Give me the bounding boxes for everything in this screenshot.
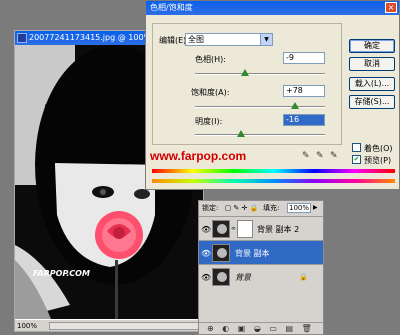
- fill-label: 填充:: [263, 204, 280, 212]
- colorize-checkbox[interactable]: [352, 143, 361, 152]
- layer-name: 背景 副本 2: [257, 225, 300, 234]
- eye-icon[interactable]: 👁: [201, 273, 211, 282]
- lock-icons[interactable]: ▢ ✎ ✛ 🔒: [225, 204, 259, 212]
- close-icon[interactable]: ×: [385, 2, 397, 13]
- preview-label: 预览(P): [364, 156, 392, 165]
- layer-mask-thumbnail[interactable]: [237, 220, 253, 238]
- dialog-titlebar[interactable]: 色相/饱和度: [146, 1, 399, 15]
- edit-select-value: 全图: [188, 35, 204, 44]
- ok-button[interactable]: 确定: [349, 39, 395, 53]
- layer-thumbnail: [212, 268, 230, 286]
- layers-footer-toolbar[interactable]: ⊕ ◐ ▣ ◒ ▭ ▤ 🗑: [199, 322, 323, 334]
- hue-slider-track[interactable]: [195, 73, 325, 75]
- save-button[interactable]: 存储(S)...: [349, 95, 395, 109]
- lightness-slider-track[interactable]: [195, 134, 325, 136]
- preview-checkbox[interactable]: ✔: [352, 155, 361, 164]
- layer-row[interactable]: 👁 ∞ 背景 副本 2: [199, 216, 323, 240]
- zoom-readout[interactable]: 100%: [17, 322, 37, 330]
- lightness-slider-thumb[interactable]: [237, 130, 245, 137]
- layer-row[interactable]: 👁 背景 🔒: [199, 264, 323, 288]
- hue-slider-thumb[interactable]: [241, 69, 249, 76]
- photoshop-doc-icon: [17, 33, 27, 43]
- edit-select[interactable]: 全图 ▼: [185, 33, 273, 46]
- adjustment-group: 编辑(E): 全图 ▼ 色相(H): -9 饱和度(A): +78 明度(I):…: [152, 23, 342, 145]
- eyedropper-icon[interactable]: ✎: [302, 151, 312, 161]
- cancel-button[interactable]: 取消: [349, 57, 395, 71]
- layer-name: 背景 副本: [235, 249, 270, 258]
- layer-thumbnail: [212, 220, 230, 238]
- watermark-url: www.farpop.com: [150, 149, 247, 163]
- horizontal-scrollbar[interactable]: [49, 322, 199, 330]
- eyedropper-plus-icon[interactable]: ✎: [316, 151, 326, 161]
- layer-thumbnail: [212, 244, 230, 262]
- lightness-input[interactable]: -16: [283, 114, 325, 126]
- colorize-label: 着色(O): [364, 144, 393, 153]
- hue-label: 色相(H):: [195, 55, 226, 64]
- lock-label: 锁定:: [202, 204, 219, 212]
- dialog-title: 色相/饱和度: [150, 3, 193, 12]
- layer-name: 背景: [235, 273, 251, 282]
- lightness-label: 明度(I):: [195, 117, 223, 126]
- chevron-down-icon[interactable]: ▼: [260, 34, 272, 45]
- saturation-label: 饱和度(A):: [191, 88, 230, 97]
- saturation-slider-thumb[interactable]: [291, 102, 299, 109]
- output-hue-spectrum: [152, 179, 395, 183]
- eye-icon[interactable]: 👁: [201, 249, 211, 258]
- hue-input[interactable]: -9: [283, 52, 325, 64]
- fill-input[interactable]: 100%: [287, 203, 311, 213]
- image-watermark: FARPOP.COM: [33, 269, 90, 278]
- document-title: 20077241173415.jpg @ 100%: [29, 33, 152, 42]
- load-button[interactable]: 载入(L)...: [349, 77, 395, 91]
- document-status-bar: 100%: [15, 319, 203, 331]
- fill-arrow-icon[interactable]: ▶: [313, 204, 318, 211]
- layer-row[interactable]: 👁 背景 副本: [199, 240, 323, 264]
- lock-icon: 🔒: [299, 273, 308, 281]
- workspace-background: [325, 200, 400, 335]
- input-hue-spectrum: [152, 169, 395, 173]
- eyedropper-minus-icon[interactable]: ✎: [330, 151, 340, 161]
- saturation-input[interactable]: +78: [283, 85, 325, 97]
- link-chain-icon: ∞: [231, 225, 236, 232]
- eye-icon[interactable]: 👁: [201, 225, 211, 234]
- hue-saturation-dialog: 色相/饱和度 × 编辑(E): 全图 ▼ 色相(H): -9 饱和度(A): +…: [145, 0, 400, 190]
- saturation-slider-track[interactable]: [195, 106, 325, 108]
- layers-panel: 锁定: ▢ ✎ ✛ 🔒 填充: 100% ▶ 👁 ∞ 背景 副本 2 👁 背景 …: [198, 200, 324, 335]
